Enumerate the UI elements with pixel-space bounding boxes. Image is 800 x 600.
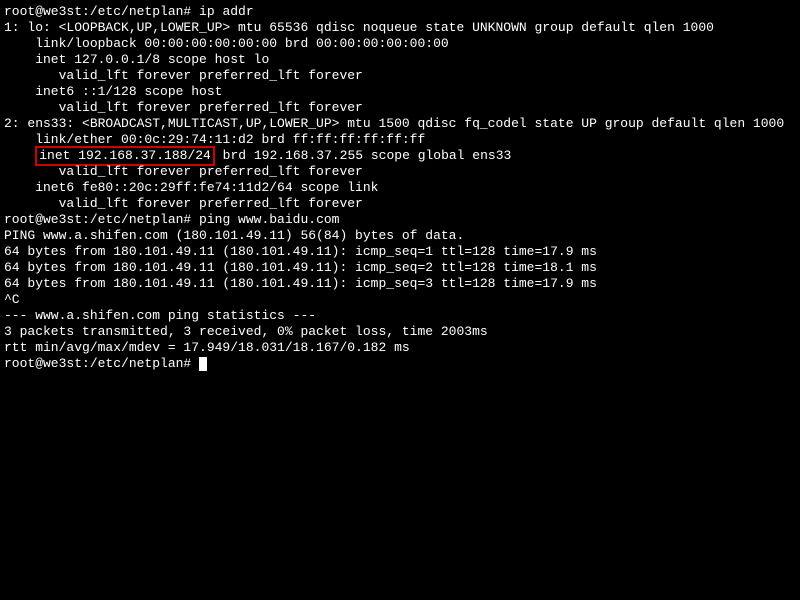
output-line: PING www.a.shifen.com (180.101.49.11) 56…	[4, 228, 796, 244]
output-line: ^C	[4, 292, 796, 308]
terminal-line[interactable]: root@we3st:/etc/netplan#	[4, 356, 796, 372]
shell-prompt: root@we3st:/etc/netplan#	[4, 4, 199, 19]
indent	[4, 148, 35, 163]
output-line-highlighted: inet 192.168.37.188/24 brd 192.168.37.25…	[4, 148, 796, 164]
output-line: 64 bytes from 180.101.49.11 (180.101.49.…	[4, 244, 796, 260]
output-line: 1: lo: <LOOPBACK,UP,LOWER_UP> mtu 65536 …	[4, 20, 796, 36]
output-line: inet 127.0.0.1/8 scope host lo	[4, 52, 796, 68]
output-line: 64 bytes from 180.101.49.11 (180.101.49.…	[4, 260, 796, 276]
command-text: ip addr	[199, 4, 254, 19]
output-line: 2: ens33: <BROADCAST,MULTICAST,UP,LOWER_…	[4, 116, 796, 132]
output-line: valid_lft forever preferred_lft forever	[4, 196, 796, 212]
output-line: 64 bytes from 180.101.49.11 (180.101.49.…	[4, 276, 796, 292]
output-line: inet6 ::1/128 scope host	[4, 84, 796, 100]
output-line: valid_lft forever preferred_lft forever	[4, 100, 796, 116]
shell-prompt: root@we3st:/etc/netplan#	[4, 212, 199, 227]
output-line: rtt min/avg/max/mdev = 17.949/18.031/18.…	[4, 340, 796, 356]
inet-suffix: brd 192.168.37.255 scope global ens33	[215, 148, 511, 163]
terminal-line: root@we3st:/etc/netplan# ip addr	[4, 4, 796, 20]
shell-prompt: root@we3st:/etc/netplan#	[4, 356, 199, 371]
terminal-cursor	[199, 357, 207, 371]
output-line: valid_lft forever preferred_lft forever	[4, 164, 796, 180]
output-line: --- www.a.shifen.com ping statistics ---	[4, 308, 796, 324]
output-line: inet6 fe80::20c:29ff:fe74:11d2/64 scope …	[4, 180, 796, 196]
command-text: ping www.baidu.com	[199, 212, 339, 227]
output-line: link/loopback 00:00:00:00:00:00 brd 00:0…	[4, 36, 796, 52]
output-line: valid_lft forever preferred_lft forever	[4, 68, 796, 84]
output-line: 3 packets transmitted, 3 received, 0% pa…	[4, 324, 796, 340]
highlighted-ip-address: inet 192.168.37.188/24	[35, 146, 215, 166]
terminal-line: root@we3st:/etc/netplan# ping www.baidu.…	[4, 212, 796, 228]
